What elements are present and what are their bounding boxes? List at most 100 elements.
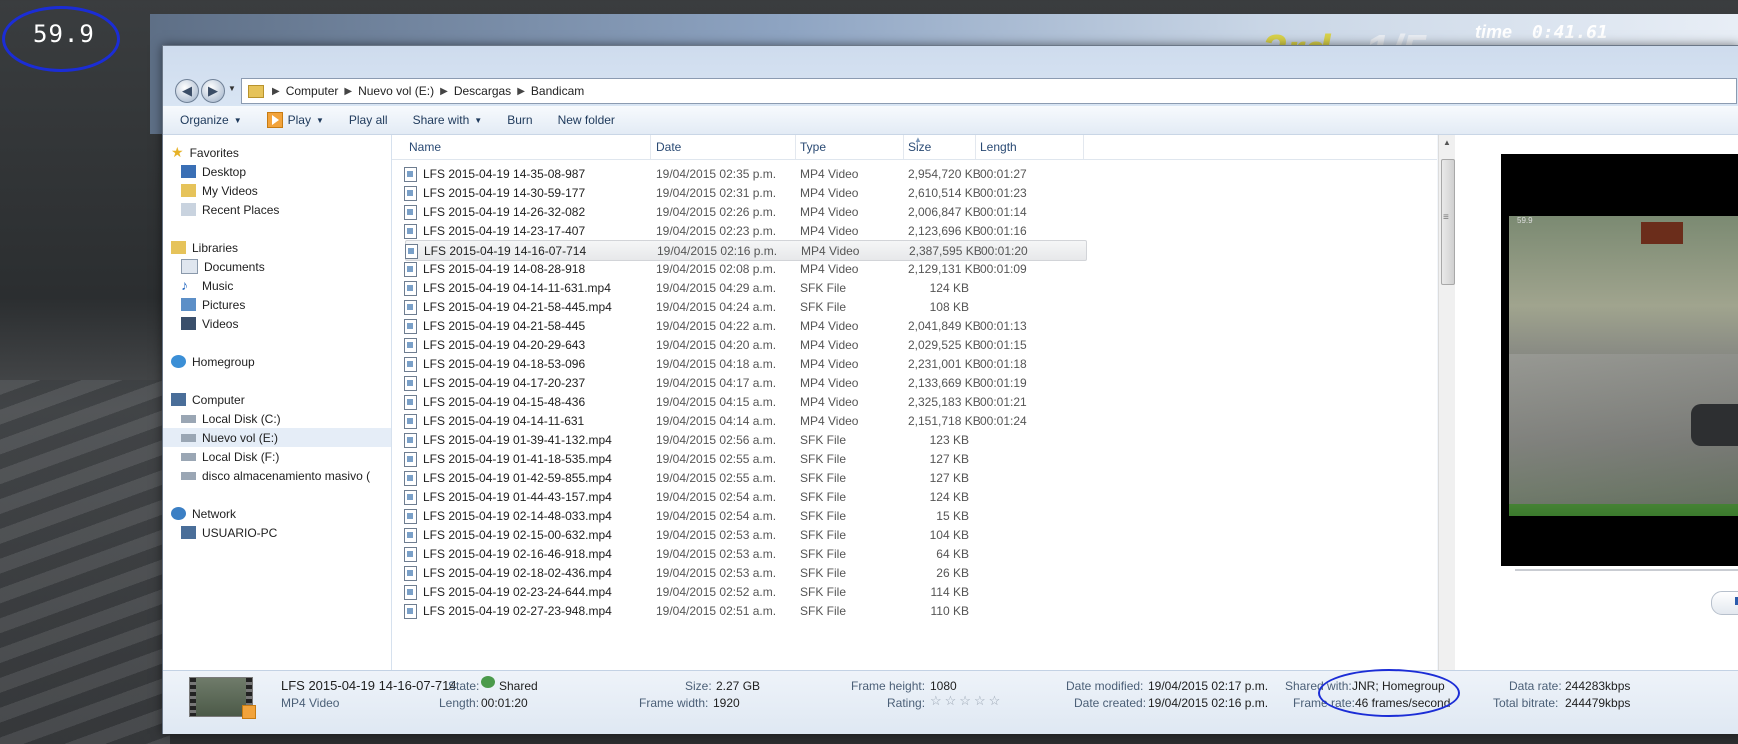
recent-pages-dropdown[interactable]: ▼ (228, 84, 236, 93)
nav-videos[interactable]: Videos (163, 314, 391, 333)
preview-pane: 59.9 (1455, 135, 1738, 670)
table-row[interactable]: LFS 2015-04-19 14-30-59-177 19/04/2015 02… (392, 183, 1092, 202)
file-name: LFS 2015-04-19 14-26-32-082 (423, 205, 586, 219)
nav-my-videos[interactable]: My Videos (163, 181, 391, 200)
details-pane: LFS 2015-04-19 14-16-07-714 MP4 Video St… (163, 669, 1738, 734)
breadcrumb-bandicam[interactable]: Bandicam (531, 84, 584, 98)
nav-pictures[interactable]: Pictures (163, 295, 391, 314)
nav-usuario-pc[interactable]: USUARIO-PC (163, 523, 391, 542)
table-row[interactable]: LFS 2015-04-19 04-21-58-445.mp4 19/04/201… (392, 297, 1092, 316)
nav-nuevo-vol-e[interactable]: Nuevo vol (E:) (163, 428, 391, 447)
breadcrumb-nuevo-vol[interactable]: Nuevo vol (E:) (358, 84, 434, 98)
table-row[interactable]: LFS 2015-04-19 14-08-28-918 19/04/2015 02… (392, 259, 1092, 278)
nav-label: Local Disk (C:) (202, 411, 281, 426)
chevron-right-icon[interactable]: ▶ (344, 86, 352, 97)
scroll-up-icon[interactable]: ▲ (1443, 138, 1451, 147)
breadcrumb-descargas[interactable]: Descargas (454, 84, 511, 98)
file-name: LFS 2015-04-19 14-08-28-918 (423, 262, 586, 276)
back-button[interactable]: ◀ (175, 79, 199, 103)
nav-music[interactable]: ♪ Music (163, 276, 391, 295)
file-size: 2,029,525 KB (908, 338, 981, 352)
file-date: 19/04/2015 04:15 a.m. (656, 395, 777, 409)
scrollbar-thumb[interactable] (1441, 159, 1455, 285)
table-row[interactable]: LFS 2015-04-19 04-17-20-237 19/04/2015 04… (392, 373, 1092, 392)
table-row[interactable]: LFS 2015-04-19 14-26-32-082 19/04/2015 02… (392, 202, 1092, 221)
file-date: 19/04/2015 02:54 a.m. (656, 490, 777, 504)
column-divider[interactable] (975, 135, 976, 159)
file-size: 104 KB (929, 528, 969, 542)
file-length: 00:01:19 (980, 376, 1027, 390)
file-type: SFK File (800, 528, 847, 542)
nav-homegroup[interactable]: Homegroup (163, 352, 391, 371)
column-divider[interactable] (650, 135, 651, 159)
file-date: 19/04/2015 02:54 a.m. (656, 509, 777, 523)
table-row[interactable]: LFS 2015-04-19 01-39-41-132.mp4 19/04/201… (392, 430, 1092, 449)
table-row[interactable]: LFS 2015-04-19 02-18-02-436.mp4 19/04/201… (392, 563, 1092, 582)
nav-documents[interactable]: Documents (163, 257, 391, 276)
play-all-button[interactable]: Play all (349, 113, 388, 127)
column-header-size[interactable]: Size (908, 140, 931, 154)
table-row[interactable]: LFS 2015-04-19 02-27-23-948.mp4 19/04/201… (392, 601, 1092, 620)
nav-local-disk-c[interactable]: Local Disk (C:) (163, 409, 391, 428)
video-file-icon (404, 224, 417, 239)
table-row[interactable]: LFS 2015-04-19 02-15-00-632.mp4 19/04/201… (392, 525, 1092, 544)
table-row[interactable]: LFS 2015-04-19 04-14-11-631 19/04/2015 04… (392, 411, 1092, 430)
breadcrumb-computer[interactable]: Computer (286, 84, 339, 98)
video-file-icon (404, 300, 417, 315)
column-divider[interactable] (795, 135, 796, 159)
file-length: 00:01:20 (981, 244, 1028, 258)
table-row[interactable]: LFS 2015-04-19 14-23-17-407 19/04/2015 02… (392, 221, 1092, 240)
column-header-name[interactable]: Name (409, 140, 441, 154)
seek-bar[interactable] (1515, 569, 1738, 571)
date-modified-label: Date modified: (1066, 679, 1144, 693)
file-size: 2,151,718 KB (908, 414, 981, 428)
nav-local-disk-f[interactable]: Local Disk (F:) (163, 447, 391, 466)
column-divider[interactable] (1083, 135, 1084, 159)
video-file-icon (404, 319, 417, 334)
new-folder-button[interactable]: New folder (558, 113, 615, 127)
nav-recent-places[interactable]: Recent Places (163, 200, 391, 219)
table-row[interactable]: LFS 2015-04-19 02-23-24-644.mp4 19/04/201… (392, 582, 1092, 601)
forward-button[interactable]: ▶ (201, 79, 225, 103)
chevron-right-icon[interactable]: ▶ (517, 86, 525, 97)
table-row[interactable]: LFS 2015-04-19 02-16-46-918.mp4 19/04/201… (392, 544, 1092, 563)
table-row[interactable]: LFS 2015-04-19 04-21-58-445 19/04/2015 04… (392, 316, 1092, 335)
share-with-button[interactable]: Share with ▼ (413, 113, 483, 127)
table-row[interactable]: LFS 2015-04-19 02-14-48-033.mp4 19/04/201… (392, 506, 1092, 525)
organize-button[interactable]: Organize ▼ (180, 113, 242, 127)
table-row[interactable]: LFS 2015-04-19 04-15-48-436 19/04/2015 04… (392, 392, 1092, 411)
column-header-date[interactable]: Date (656, 140, 681, 154)
table-row[interactable]: LFS 2015-04-19 04-14-11-631.mp4 19/04/201… (392, 278, 1092, 297)
video-file-icon (404, 604, 417, 619)
chevron-right-icon[interactable]: ▶ (440, 86, 448, 97)
file-size: 124 KB (929, 490, 969, 504)
table-row[interactable]: LFS 2015-04-19 04-20-29-643 19/04/2015 04… (392, 335, 1092, 354)
chevron-right-icon[interactable]: ▶ (272, 86, 280, 97)
nav-libraries[interactable]: Libraries (163, 238, 391, 257)
nav-disco-almacenamiento[interactable]: disco almacenamiento masivo ( (163, 466, 391, 485)
nav-desktop[interactable]: Desktop (163, 162, 391, 181)
vertical-scrollbar[interactable]: ▲ (1438, 135, 1456, 670)
drive-icon (181, 414, 196, 423)
nav-computer[interactable]: Computer (163, 390, 391, 409)
file-name: LFS 2015-04-19 04-21-58-445.mp4 (423, 300, 612, 314)
play-button[interactable]: Play ▼ (266, 112, 324, 128)
file-name: LFS 2015-04-19 02-14-48-033.mp4 (423, 509, 612, 523)
address-box[interactable]: ▶ Computer ▶ Nuevo vol (E:) ▶ Descargas … (241, 78, 1737, 104)
file-length: 00:01:24 (980, 414, 1027, 428)
table-row[interactable]: LFS 2015-04-19 04-18-53-096 19/04/2015 04… (392, 354, 1092, 373)
video-file-icon (404, 357, 417, 372)
table-row[interactable]: LFS 2015-04-19 01-44-43-157.mp4 19/04/201… (392, 487, 1092, 506)
nav-network[interactable]: Network (163, 504, 391, 523)
video-preview[interactable]: 59.9 (1501, 154, 1738, 566)
burn-button[interactable]: Burn (507, 113, 532, 127)
table-row[interactable]: LFS 2015-04-19 14-16-07-714 19/04/2015 02… (405, 240, 1087, 261)
nav-favorites[interactable]: ★ Favorites (163, 143, 391, 162)
column-header-type[interactable]: Type (800, 140, 826, 154)
column-divider[interactable] (903, 135, 904, 159)
rating-stars[interactable]: ☆☆☆☆☆ (930, 693, 1003, 709)
column-header-length[interactable]: Length (980, 140, 1017, 154)
table-row[interactable]: LFS 2015-04-19 01-41-18-535.mp4 19/04/201… (392, 449, 1092, 468)
table-row[interactable]: LFS 2015-04-19 14-35-08-987 19/04/2015 02… (392, 164, 1092, 183)
table-row[interactable]: LFS 2015-04-19 01-42-59-855.mp4 19/04/201… (392, 468, 1092, 487)
